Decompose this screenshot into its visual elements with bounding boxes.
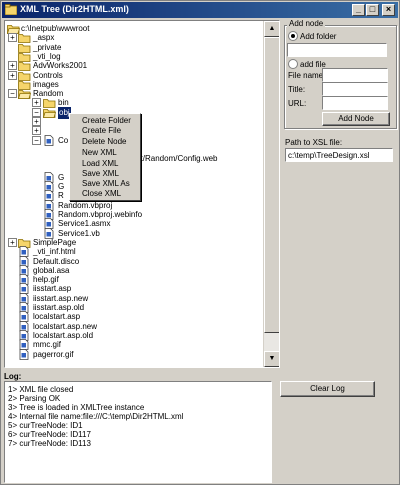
scroll-up-arrow-icon[interactable]: ▲	[264, 21, 279, 37]
scroll-down-arrow-icon[interactable]: ▼	[264, 351, 279, 367]
add-folder-label: Add folder	[300, 32, 337, 41]
add-file-radio[interactable]	[288, 59, 298, 69]
menu-item-load-xml[interactable]: Load XML	[82, 159, 118, 169]
title-bar[interactable]: XML Tree (Dir2HTML.xml) _ □ ×	[2, 2, 398, 18]
tree-vertical-scrollbar[interactable]: ▲ ▼	[263, 21, 279, 367]
title-input[interactable]	[322, 82, 388, 96]
close-button[interactable]: ×	[382, 4, 395, 16]
menu-item-new-xml[interactable]: New XML	[82, 148, 117, 158]
add-node-button[interactable]: Add Node	[322, 112, 390, 126]
log-title: Log:	[4, 372, 22, 381]
menu-item-save-xml[interactable]: Save XML	[82, 169, 119, 179]
minimize-button[interactable]: _	[352, 4, 365, 16]
folder-name-input[interactable]	[287, 43, 387, 57]
xml-tree-app-icon	[5, 4, 17, 15]
file-icon	[19, 348, 29, 360]
log-line: 1> XML file closed	[8, 385, 74, 394]
log-line: 4> Internal file name:file:///C:\temp\Di…	[8, 412, 184, 421]
log-line: 3> Tree is loaded in XMLTree instance	[8, 403, 145, 412]
log-line: 2> Parsing OK	[8, 394, 61, 403]
menu-item-close-xml[interactable]: Close XML	[82, 189, 121, 199]
add-node-legend: Add node	[287, 19, 326, 28]
log-line: 7> curTreeNode: ID113	[8, 439, 91, 448]
add-folder-radio[interactable]	[288, 31, 298, 41]
maximize-button[interactable]: □	[366, 4, 379, 16]
context-menu: Create Folder Create File Delete Node Ne…	[69, 113, 141, 201]
file-name-label: File name:	[288, 71, 326, 80]
title-label: Title:	[288, 85, 306, 94]
menu-item-save-xml-as[interactable]: Save XML As	[82, 179, 130, 189]
xsl-path-label: Path to XSL file:	[285, 138, 343, 147]
url-input[interactable]	[322, 96, 388, 110]
log-line: 5> curTreeNode: ID1	[8, 421, 83, 430]
file-name-input[interactable]	[322, 68, 388, 82]
window-title: XML Tree (Dir2HTML.xml)	[20, 4, 129, 14]
menu-item-create-folder[interactable]: Create Folder	[82, 116, 131, 126]
menu-item-delete-node[interactable]: Delete Node	[82, 137, 126, 147]
tree-node[interactable]: pagerror.gif	[5, 348, 263, 361]
app-window: XML Tree (Dir2HTML.xml) _ □ × c:\Inetpub…	[0, 0, 400, 485]
clear-log-button[interactable]: Clear Log	[280, 381, 375, 397]
xsl-path-input[interactable]	[285, 148, 393, 162]
tree-node-label: pagerror.gif	[33, 349, 74, 359]
log-output[interactable]: 1> XML file closed 2> Parsing OK 3> Tree…	[4, 381, 272, 483]
tree-view[interactable]: c:\Inetpub\wwwroot + _aspx _private _vti_log…	[4, 20, 280, 368]
url-label: URL:	[288, 99, 307, 108]
log-line: 6> curTreeNode: ID117	[8, 430, 91, 439]
scrollbar-thumb[interactable]	[264, 37, 279, 333]
menu-item-create-file[interactable]: Create File	[82, 126, 121, 136]
